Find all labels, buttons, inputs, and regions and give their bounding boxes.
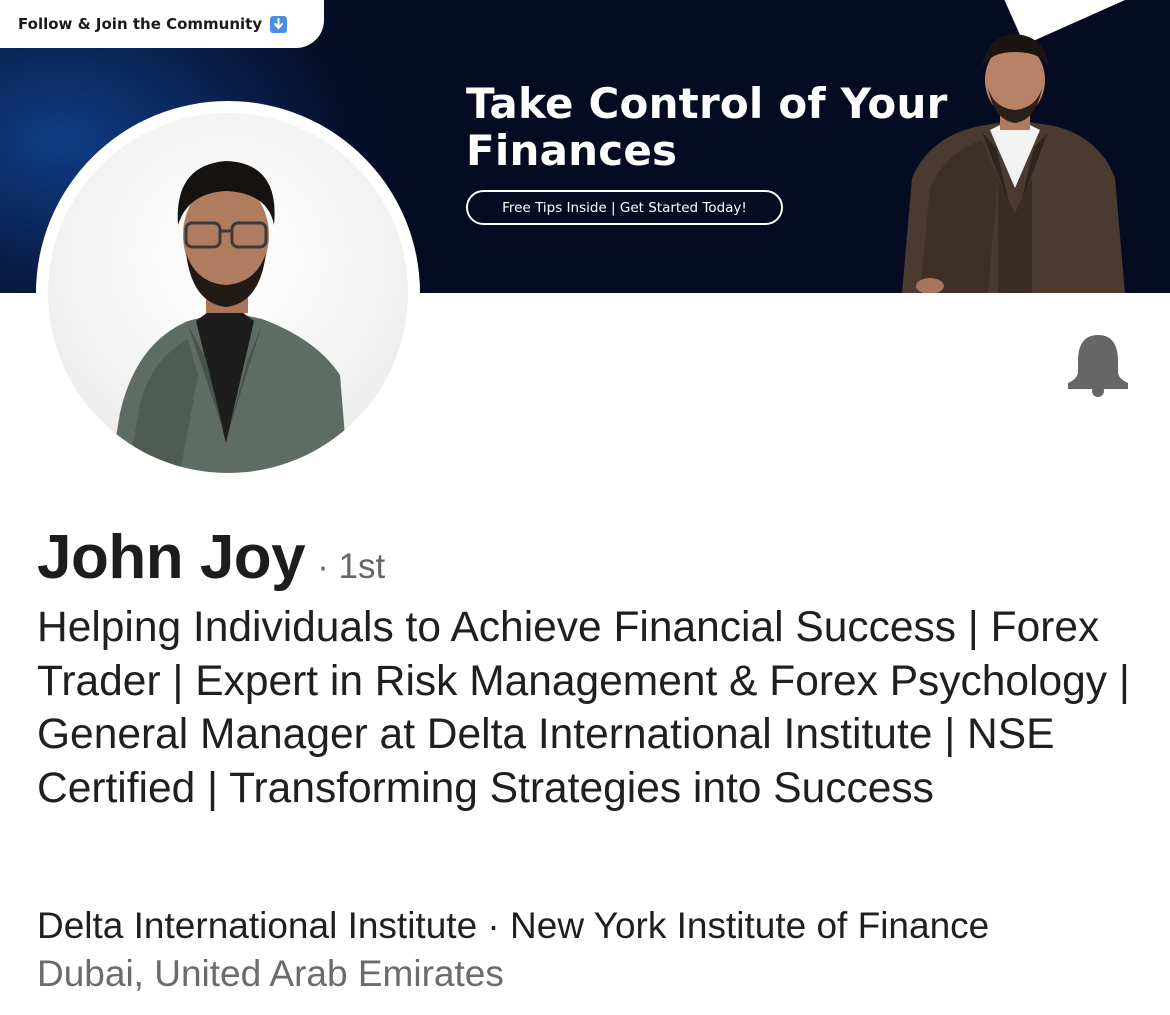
profile-location: Dubai, United Arab Emirates	[37, 953, 504, 994]
avatar-photo	[110, 161, 348, 473]
follow-community-label: Follow & Join the Community	[18, 15, 263, 33]
profile-headline: Helping Individuals to Achieve Financial…	[37, 604, 1130, 812]
banner-person-image	[902, 34, 1125, 293]
connection-degree: · 1st	[317, 547, 386, 586]
profile-name: John Joy	[37, 523, 306, 592]
profile-page: Follow & Join the Community Take Control…	[0, 0, 1170, 1015]
profile-name-row: John Joy · 1st	[37, 522, 385, 593]
profile-education[interactable]: Delta International Institute · New York…	[37, 905, 989, 947]
follow-community-link[interactable]: Follow & Join the Community	[0, 0, 324, 48]
bell-icon[interactable]	[1065, 333, 1131, 397]
banner-cta: Free Tips Inside | Get Started Today!	[466, 190, 783, 225]
avatar[interactable]	[48, 113, 408, 473]
down-arrow-icon	[270, 15, 288, 33]
